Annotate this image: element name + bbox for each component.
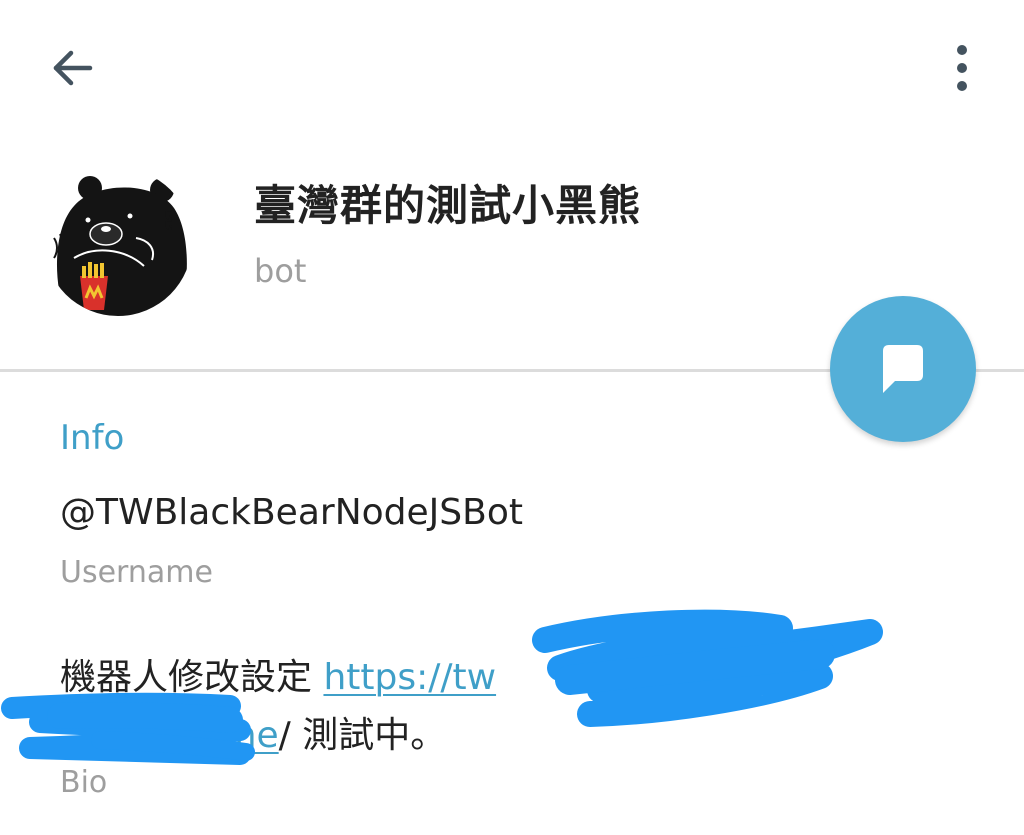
message-icon — [883, 345, 923, 393]
bear-avatar-image: 嚼嚼 — [44, 168, 192, 316]
bio-text-line-2: .me/ 測試中。 — [60, 706, 446, 758]
bio-link-start[interactable]: https://tw — [323, 657, 496, 698]
profile-status: bot — [254, 252, 307, 290]
username-label: Username — [60, 555, 213, 590]
more-vertical-icon — [957, 45, 967, 91]
send-message-button[interactable] — [830, 296, 976, 442]
arrow-left-icon — [53, 50, 93, 86]
bio-text-line-1: 機器人修改設定 https://tw — [60, 648, 496, 700]
back-button[interactable] — [44, 40, 100, 96]
avatar[interactable]: 嚼嚼 — [44, 168, 192, 316]
bio-text-suffix: / 測試中。 — [278, 715, 447, 756]
profile-name: 臺灣群的測試小黑熊 — [254, 181, 642, 230]
username-value[interactable]: @TWBlackBearNodeJSBot — [60, 492, 523, 533]
svg-text:嚼嚼: 嚼嚼 — [161, 209, 173, 231]
bot-profile-screen: 嚼嚼 臺灣群的測試小黑熊 bot Info @TWBlackBearNodeJS… — [0, 0, 1024, 835]
bio-link-end[interactable]: .me — [60, 715, 279, 756]
info-section-title: Info — [60, 418, 125, 458]
bio-text-prefix: 機器人修改設定 — [60, 657, 324, 698]
bio-label: Bio — [60, 765, 108, 800]
more-options-button[interactable] — [934, 40, 990, 96]
